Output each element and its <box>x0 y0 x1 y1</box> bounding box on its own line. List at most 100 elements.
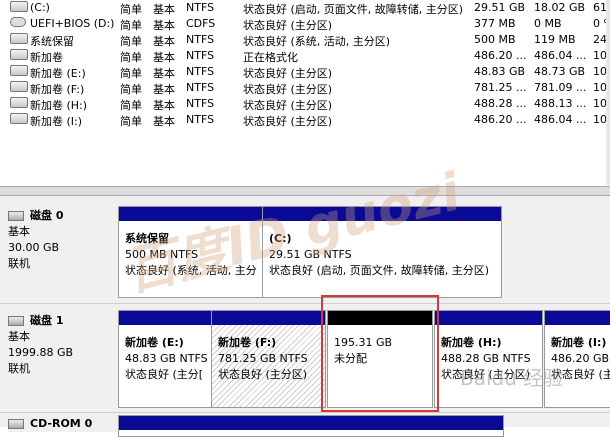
volume-list: (C:) 简单 基本 NTFS 状态良好 (启动, 页面文件, 故障转储, 主分… <box>0 0 610 185</box>
disk-graph-pane: 磁盘 0 基本 30.00 GB 联机 系统保留 500 MB NTFS 状态良… <box>0 196 610 437</box>
volume-free: 18.02 GB <box>534 1 586 14</box>
volume-layout: 简单 <box>120 51 142 64</box>
partition-cdrom[interactable] <box>118 415 504 437</box>
volume-fs: NTFS <box>186 81 215 94</box>
partition-status: 状态良好 (系统, 活动, 主分 <box>125 264 257 277</box>
volume-status: 正在格式化 <box>243 51 298 64</box>
volume-free: 781.09 ... <box>534 81 587 94</box>
volume-free: 486.04 ... <box>534 113 587 126</box>
volume-capacity: 29.51 GB <box>474 1 526 14</box>
volume-name: 新加卷 (H:) <box>30 99 88 112</box>
disk-title: CD-ROM 0 <box>30 417 93 430</box>
partition-system-reserved[interactable]: 系统保留 500 MB NTFS 状态良好 (系统, 活动, 主分 <box>118 206 263 298</box>
partition-f[interactable]: 新加卷 (F:) 781.25 GB NTFS 状态良好 (主分区) <box>211 310 326 408</box>
volume-row-d[interactable]: UEFI+BIOS (D:) 简单 基本 CDFS 状态良好 (主分区) 377… <box>0 16 610 32</box>
volume-fs: CDFS <box>186 17 216 30</box>
drive-icon <box>10 33 28 44</box>
volume-free: 486.04 ... <box>534 49 587 62</box>
partition-e[interactable]: 新加卷 (E:) 48.83 GB NTFS 状态良好 (主分[ <box>118 310 212 408</box>
partition-c[interactable]: (C:) 29.51 GB NTFS 状态良好 (启动, 页面文件, 故障转储,… <box>262 206 502 298</box>
drive-icon <box>10 97 28 108</box>
disk-state: 联机 <box>8 257 30 270</box>
drive-icon <box>10 65 28 76</box>
disk-row-separator <box>0 303 610 304</box>
volume-fs: NTFS <box>186 49 215 62</box>
volume-layout: 简单 <box>120 19 142 32</box>
volume-type: 基本 <box>153 83 175 96</box>
partition-size: 48.83 GB NTFS <box>125 352 208 365</box>
volume-capacity: 486.20 ... <box>474 49 527 62</box>
partition-name: 新加卷 (E:) <box>125 336 184 349</box>
partition-status: 状态良好 (主分区 <box>551 368 610 381</box>
volume-status: 状态良好 (启动, 页面文件, 故障转储, 主分区) <box>243 3 464 16</box>
drive-icon <box>10 49 28 60</box>
partition-bar <box>119 207 262 221</box>
volume-name: 新加卷 (F:) <box>30 83 85 96</box>
volume-layout: 简单 <box>120 115 142 128</box>
volume-free: 119 MB <box>534 33 576 46</box>
volume-name: (C:) <box>30 1 50 14</box>
volume-capacity: 48.83 GB <box>474 65 526 78</box>
volume-row-reserved[interactable]: 系统保留 简单 基本 NTFS 状态良好 (系统, 活动, 主分区) 500 M… <box>0 32 610 48</box>
volume-row-new[interactable]: 新加卷 简单 基本 NTFS 正在格式化 486.20 ... 486.04 .… <box>0 48 610 64</box>
partition-name: (C:) <box>269 232 292 245</box>
partition-status: 未分配 <box>334 352 367 365</box>
disk-size: 30.00 GB <box>8 241 60 254</box>
volume-free: 48.73 GB <box>534 65 586 78</box>
volume-free-pct: 24 <box>593 33 607 46</box>
volume-row-c[interactable]: (C:) 简单 基本 NTFS 状态良好 (启动, 页面文件, 故障转储, 主分… <box>0 0 610 16</box>
volume-layout: 简单 <box>120 3 142 16</box>
volume-layout: 简单 <box>120 83 142 96</box>
partition-bar-unallocated <box>328 311 432 325</box>
volume-status: 状态良好 (主分区) <box>243 99 333 112</box>
volume-row-h[interactable]: 新加卷 (H:) 简单 基本 NTFS 状态良好 (主分区) 488.28 ..… <box>0 96 610 112</box>
volume-list-scrollbar[interactable] <box>606 0 610 185</box>
disk1-label[interactable]: 磁盘 1 基本 1999.88 GB 联机 <box>8 313 118 377</box>
volume-fs: NTFS <box>186 33 215 46</box>
partition-bar <box>119 416 503 430</box>
disk-kind: 基本 <box>8 330 30 343</box>
volume-layout: 简单 <box>120 67 142 80</box>
volume-type: 基本 <box>153 115 175 128</box>
disk-icon <box>8 211 24 221</box>
volume-name: 新加卷 (E:) <box>30 67 86 80</box>
disk-kind: 基本 <box>8 225 30 238</box>
partition-i[interactable]: 新加卷 (I:) 486.20 GB 状态良好 (主分区 <box>544 310 610 408</box>
disk0-label[interactable]: 磁盘 0 基本 30.00 GB 联机 <box>8 208 118 272</box>
partition-size: 195.31 GB <box>334 336 393 349</box>
volume-capacity: 781.25 ... <box>474 81 527 94</box>
volume-row-f[interactable]: 新加卷 (F:) 简单 基本 NTFS 状态良好 (主分区) 781.25 ..… <box>0 80 610 96</box>
disk-row-separator <box>0 412 610 413</box>
volume-row-i[interactable]: 新加卷 (I:) 简单 基本 NTFS 状态良好 (主分区) 486.20 ..… <box>0 112 610 128</box>
cd-drive-icon <box>10 17 26 27</box>
partition-h[interactable]: 新加卷 (H:) 488.28 GB NTFS 状态良好 (主分区) <box>434 310 543 408</box>
partition-bar <box>119 311 211 325</box>
drive-icon <box>10 113 28 124</box>
volume-fs: NTFS <box>186 65 215 78</box>
partition-size: 486.20 GB <box>551 352 610 365</box>
volume-free: 488.13 ... <box>534 97 587 110</box>
disk-state: 联机 <box>8 362 30 375</box>
partition-status: 状态良好 (主分区) <box>218 368 308 381</box>
partition-unallocated[interactable]: 195.31 GB 未分配 <box>327 310 433 408</box>
volume-type: 基本 <box>153 67 175 80</box>
volume-row-e[interactable]: 新加卷 (E:) 简单 基本 NTFS 状态良好 (主分区) 48.83 GB … <box>0 64 610 80</box>
volume-fs: NTFS <box>186 113 215 126</box>
partition-status: 状态良好 (启动, 页面文件, 故障转储, 主分区) <box>269 264 490 277</box>
drive-icon <box>10 81 28 92</box>
volume-free-pct: 61 <box>593 1 607 14</box>
partition-bar <box>545 311 610 325</box>
pane-splitter[interactable] <box>0 186 610 196</box>
volume-status: 状态良好 (系统, 活动, 主分区) <box>243 35 391 48</box>
partition-bar <box>435 311 542 325</box>
partition-name: 系统保留 <box>125 232 169 245</box>
partition-name: 新加卷 (H:) <box>441 336 502 349</box>
disk-title: 磁盘 0 <box>30 209 64 222</box>
volume-layout: 简单 <box>120 35 142 48</box>
volume-type: 基本 <box>153 19 175 32</box>
cdrom-label[interactable]: CD-ROM 0 <box>8 416 118 432</box>
volume-type: 基本 <box>153 35 175 48</box>
volume-status: 状态良好 (主分区) <box>243 83 333 96</box>
disk-size: 1999.88 GB <box>8 346 74 359</box>
volume-fs: NTFS <box>186 97 215 110</box>
